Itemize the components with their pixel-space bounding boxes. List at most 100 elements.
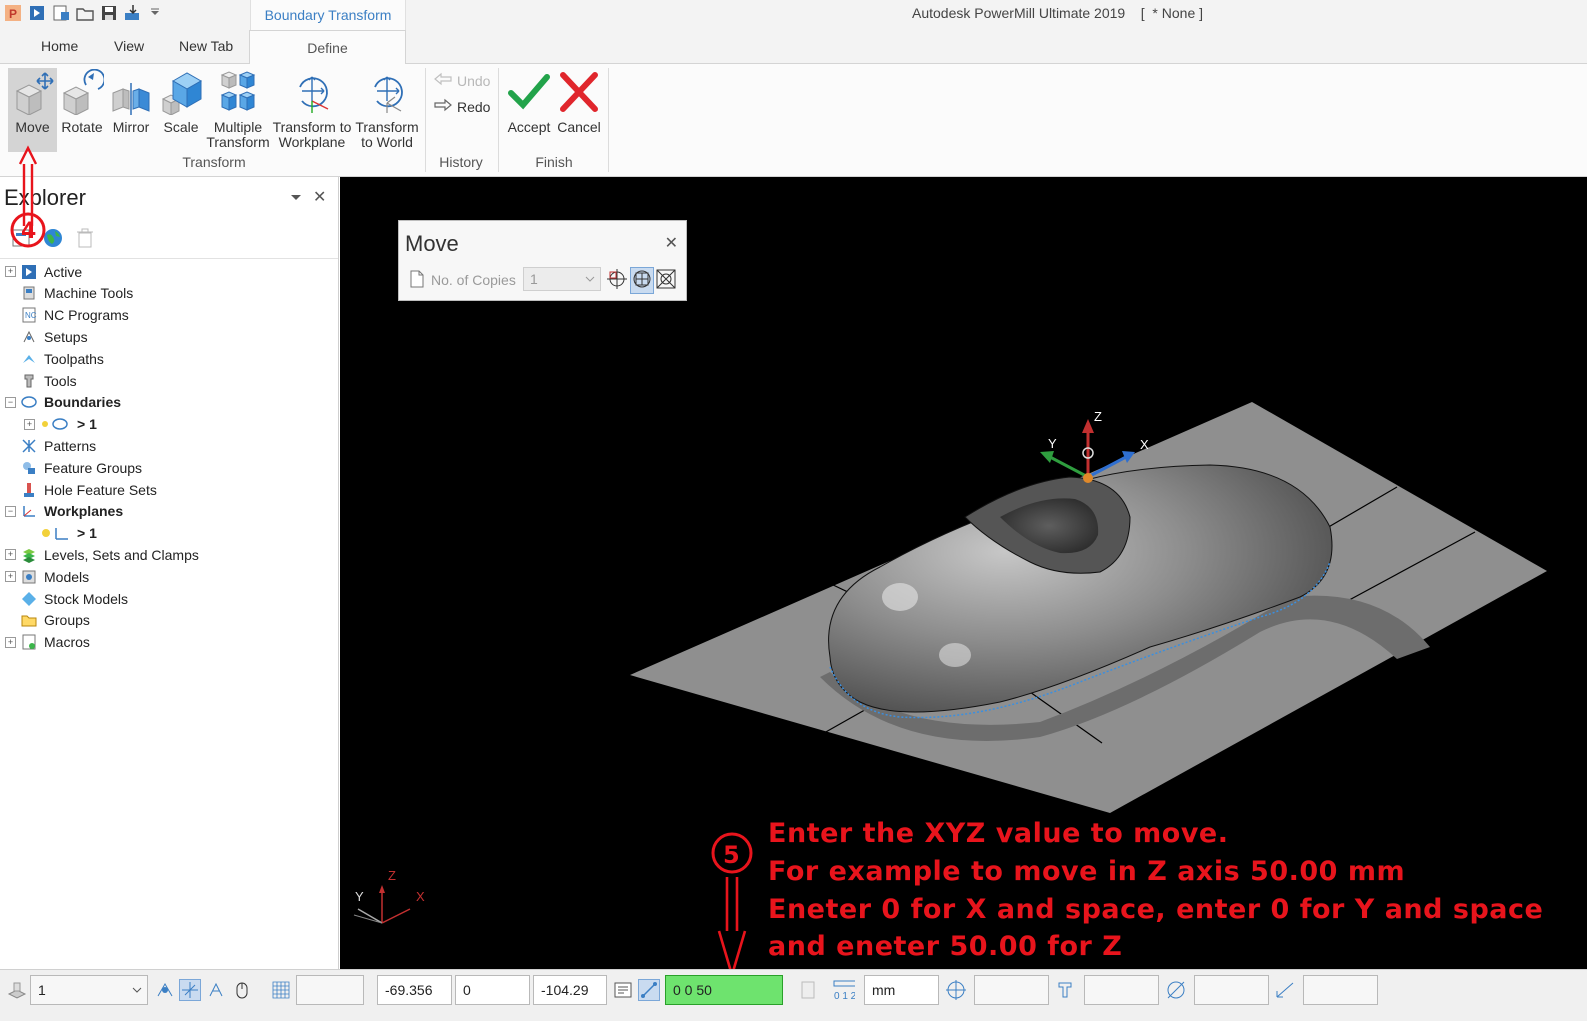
move-button[interactable]: Move	[8, 68, 57, 152]
rotate-button-label: Rotate	[61, 119, 103, 135]
explorer-item-label: > 1	[77, 525, 97, 542]
collapse-icon[interactable]: −	[5, 396, 16, 408]
tools-icon	[20, 373, 38, 389]
toolpaths-icon	[20, 351, 38, 367]
units-value: mm	[872, 982, 896, 998]
undo-button[interactable]: Undo	[433, 72, 490, 89]
qat-customize-icon[interactable]	[148, 4, 162, 22]
transform-to-workplane-button[interactable]: Transform to Workplane	[272, 68, 352, 150]
explorer-item-macros[interactable]: + Macros	[5, 632, 90, 653]
workplane-snap-icon[interactable]	[179, 979, 201, 1001]
explorer-item-machine-tools[interactable]: Machine Tools	[5, 283, 133, 304]
scale-button[interactable]: Scale	[158, 68, 204, 135]
explorer-item-tools[interactable]: Tools	[5, 370, 77, 391]
axis-snap-icon[interactable]	[205, 979, 227, 1001]
transform-to-world-button[interactable]: Transform to World	[354, 68, 420, 150]
undo-label: Undo	[457, 72, 491, 89]
expand-icon[interactable]: +	[24, 418, 35, 430]
explorer-item-active[interactable]: + Active	[5, 261, 82, 282]
tab-home[interactable]: Home	[41, 38, 78, 54]
explorer-item-label: Active	[44, 263, 83, 280]
diameter-icon[interactable]	[1165, 979, 1187, 1001]
instruction-line-3: Eneter 0 for X and space, enter 0 for Y …	[768, 894, 1544, 925]
explorer-item-toolpaths[interactable]: Toolpaths	[5, 348, 104, 369]
tool-icon[interactable]	[1055, 979, 1077, 1001]
explorer-menu-icon[interactable]	[290, 191, 302, 207]
x-coordinate-field[interactable]: -69.356	[377, 975, 452, 1005]
explorer-item-hole-feature-sets[interactable]: Hole Feature Sets	[5, 479, 157, 500]
explorer-item-nc-programs[interactable]: NC NC Programs	[5, 305, 129, 326]
stepover-field[interactable]	[1303, 975, 1378, 1005]
explorer-item-label: Stock Models	[44, 590, 129, 607]
collapse-icon[interactable]: −	[5, 505, 16, 517]
y-axis-arrow[interactable]	[1049, 455, 1089, 479]
transform-to-world-icon	[354, 68, 420, 116]
hole-feature-sets-icon	[20, 482, 38, 498]
explorer-close-icon[interactable]: ✕	[313, 187, 326, 207]
explorer-item-setups[interactable]: Setups	[5, 326, 88, 347]
explorer-item-levels-sets-and-clamps[interactable]: + Levels, Sets and Clamps	[5, 544, 199, 565]
mouse-icon[interactable]	[231, 979, 253, 1001]
grid-spacing-field[interactable]	[296, 975, 364, 1005]
tool-field[interactable]	[1084, 975, 1159, 1005]
explorer-item-label: Groups	[44, 612, 90, 629]
macro-run-icon[interactable]	[28, 4, 46, 22]
explorer-item-feature-groups[interactable]: Feature Groups	[5, 457, 142, 478]
redo-button[interactable]: Redo	[433, 98, 490, 115]
y-coordinate-field[interactable]: 0	[455, 975, 530, 1005]
mirror-button[interactable]: Mirror	[108, 68, 154, 135]
multiple-transform-button[interactable]: Multiple Transform	[206, 68, 270, 150]
expand-icon[interactable]: +	[5, 636, 16, 648]
snap-toggle-icon[interactable]	[154, 979, 176, 1001]
new-project-icon[interactable]	[52, 4, 70, 22]
explorer-item-workplanes[interactable]: − Workplanes	[5, 501, 123, 522]
cancel-button[interactable]: Cancel	[556, 68, 602, 135]
tab-define[interactable]: Define	[249, 30, 406, 65]
explorer-item-1[interactable]: + > 1	[24, 414, 97, 435]
delete-icon[interactable]	[74, 227, 96, 252]
position-dialog-icon[interactable]	[612, 979, 634, 1001]
explorer-item-1[interactable]: > 1	[24, 523, 97, 544]
expand-icon[interactable]: +	[5, 549, 16, 561]
workplane-grid-icon[interactable]	[630, 267, 654, 294]
level-select[interactable]: 1	[30, 975, 148, 1005]
calculator-icon[interactable]	[797, 979, 819, 1001]
expand-icon[interactable]: +	[5, 571, 16, 583]
pick-point-icon[interactable]	[606, 268, 628, 293]
diameter-field[interactable]	[1194, 975, 1269, 1005]
macros-icon	[20, 634, 38, 650]
stepover-icon[interactable]	[1274, 979, 1296, 1001]
rotate-button[interactable]: Rotate	[59, 68, 105, 135]
units-field[interactable]: mm	[864, 975, 939, 1005]
move-dialog-close-icon[interactable]: ✕	[665, 233, 678, 253]
tab-new-tab[interactable]: New Tab	[179, 38, 233, 54]
world-grid-icon[interactable]	[655, 268, 677, 293]
instruction-line-1: Enter the XYZ value to move.	[768, 818, 1229, 849]
explorer-item-boundaries[interactable]: − Boundaries	[5, 392, 121, 413]
save-icon[interactable]	[100, 4, 118, 22]
open-folder-icon[interactable]	[76, 4, 94, 22]
explorer-item-models[interactable]: + Models	[5, 566, 89, 587]
nc-programs-icon: NC	[20, 307, 38, 323]
tab-view[interactable]: View	[114, 38, 144, 54]
copies-value: 1	[530, 271, 538, 287]
corner-z-label: Z	[388, 868, 396, 883]
z-coordinate-field[interactable]: -104.29	[533, 975, 607, 1005]
copies-select[interactable]: 1	[523, 267, 601, 291]
grid-icon[interactable]	[270, 979, 292, 1001]
import-icon[interactable]	[124, 4, 142, 22]
explorer-item-patterns[interactable]: Patterns	[5, 435, 96, 456]
explorer-item-stock-models[interactable]: Stock Models	[5, 588, 128, 609]
expand-icon[interactable]: +	[5, 266, 16, 277]
xyz-value-input[interactable]: 0 0 50	[665, 975, 783, 1005]
triad-y-label: Y	[1048, 436, 1057, 451]
accept-button[interactable]: Accept	[505, 68, 553, 135]
rotate-icon	[59, 68, 105, 116]
tolerance-field[interactable]	[974, 975, 1049, 1005]
checkmark-icon	[505, 68, 553, 116]
triad-origin[interactable]	[1083, 473, 1093, 483]
explorer-item-groups[interactable]: Groups	[5, 610, 90, 631]
relative-mode-icon[interactable]	[638, 979, 660, 1001]
crosshair-icon[interactable]	[945, 979, 967, 1001]
transform-to-world-button-label: Transform to World	[355, 119, 419, 150]
